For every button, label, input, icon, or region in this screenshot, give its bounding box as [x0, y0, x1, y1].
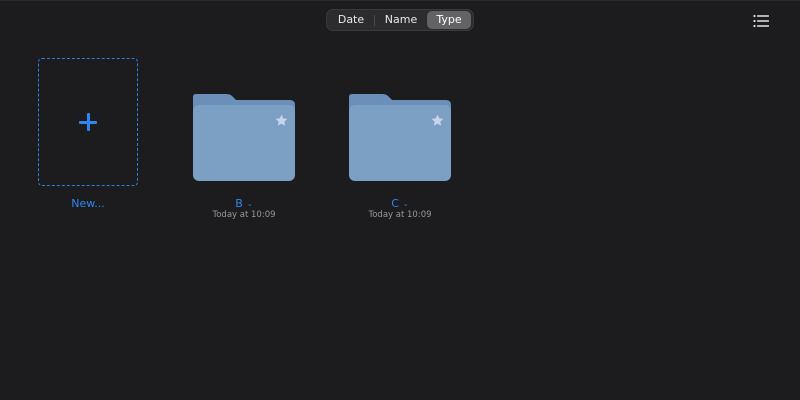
- folder-icon: [349, 94, 451, 181]
- plus-icon: [79, 113, 97, 131]
- folder-name-text: B: [235, 197, 243, 210]
- folder-b[interactable]: [192, 91, 296, 183]
- sort-date-button[interactable]: Date: [328, 11, 374, 29]
- chevron-down-icon[interactable]: ⌄: [247, 200, 253, 208]
- top-divider: [0, 0, 800, 1]
- star-icon[interactable]: [274, 113, 289, 128]
- chevron-down-icon[interactable]: ⌄: [403, 200, 409, 208]
- folder-icon: [193, 94, 295, 181]
- folder-name-text: C: [391, 197, 399, 210]
- folder-c-name[interactable]: C ⌄: [340, 197, 460, 210]
- sort-name-button[interactable]: Name: [375, 11, 427, 29]
- folder-b-date: Today at 10:09: [212, 210, 276, 220]
- folder-c-date: Today at 10:09: [368, 210, 432, 220]
- folder-b-name[interactable]: B ⌄: [184, 197, 304, 210]
- new-document-button[interactable]: [38, 58, 138, 186]
- folder-c[interactable]: [348, 91, 452, 183]
- star-icon[interactable]: [430, 113, 445, 128]
- list-view-icon[interactable]: [753, 13, 769, 28]
- sort-type-button[interactable]: Type: [427, 11, 471, 29]
- sort-segmented-control: Date Name Type: [326, 9, 474, 31]
- file-browser: Date Name Type New... B⌄ Today at 10:09: [0, 0, 800, 400]
- new-document-label[interactable]: New...: [38, 197, 138, 210]
